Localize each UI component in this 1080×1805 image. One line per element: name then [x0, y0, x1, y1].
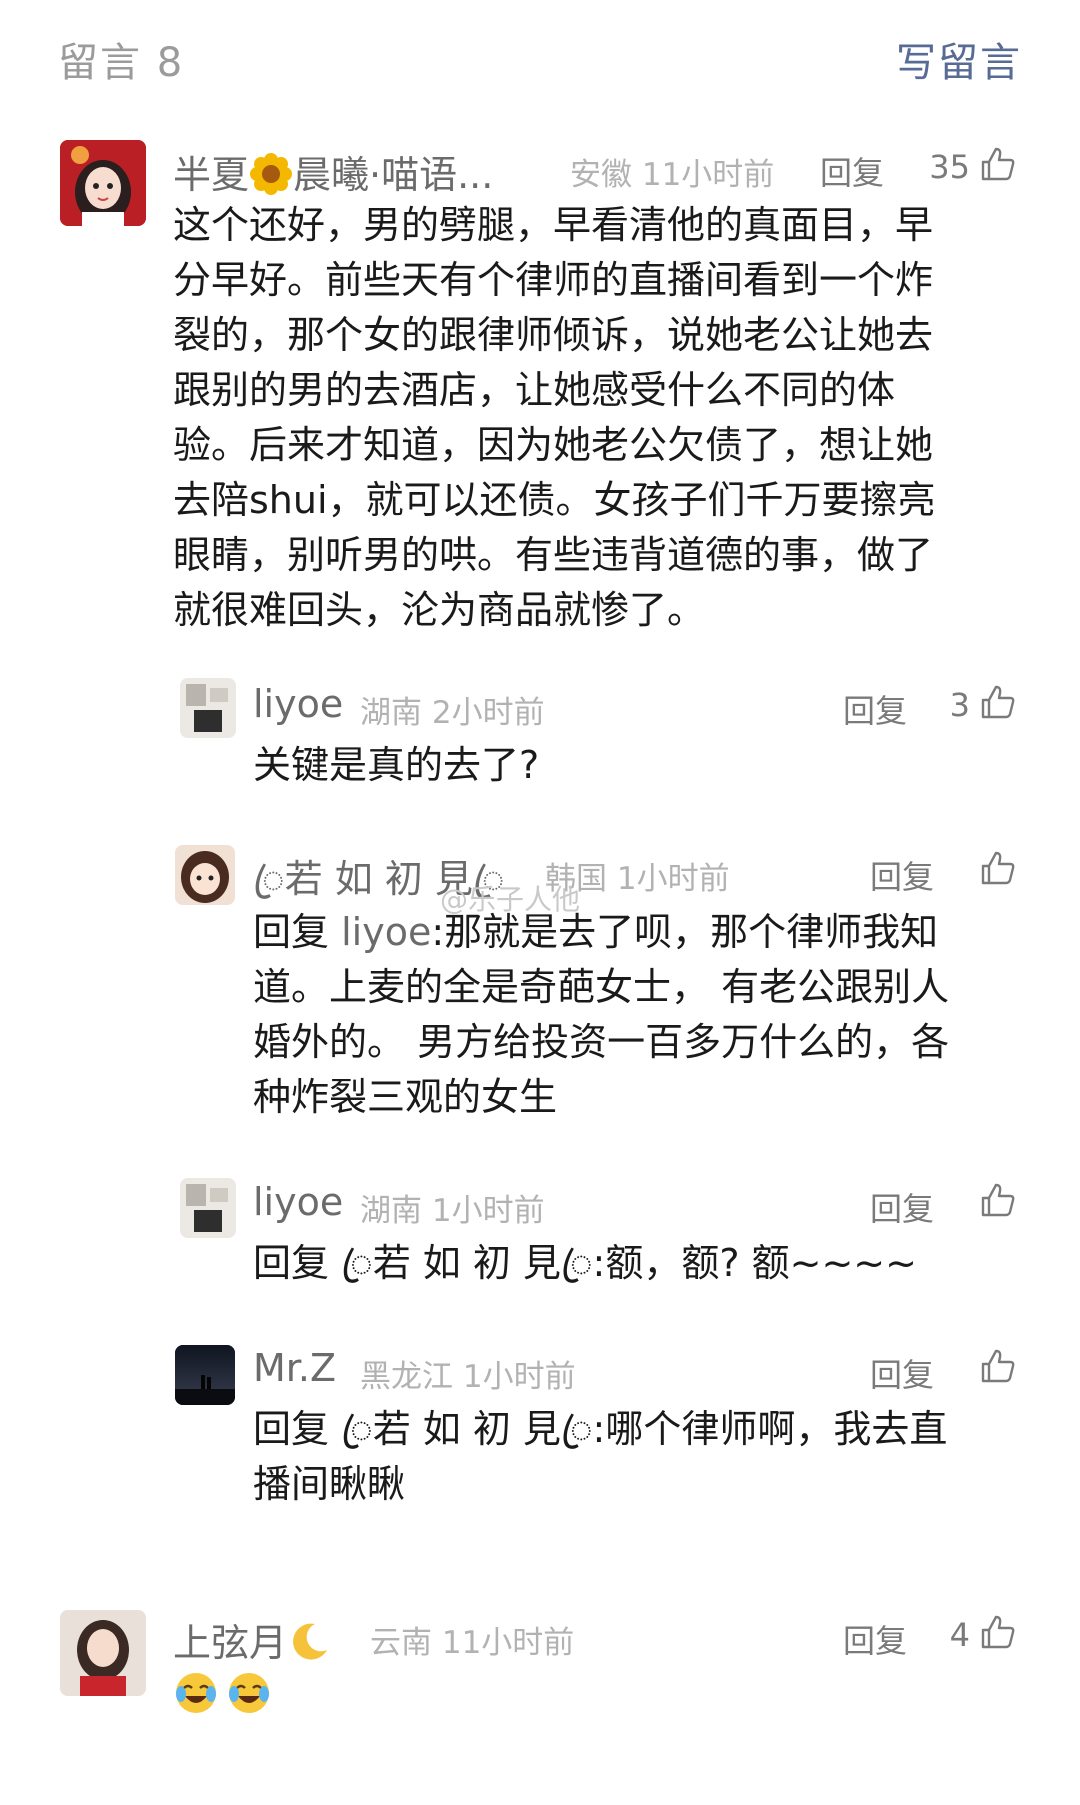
reply-button[interactable]: 回复	[870, 1350, 934, 1396]
avatar[interactable]	[180, 678, 236, 738]
mention-link[interactable]: liyoe	[341, 910, 431, 954]
watermark: @乐子人他	[440, 883, 581, 916]
like-count: 3	[949, 686, 970, 724]
commenter-name[interactable]: 上弦月	[173, 1612, 331, 1667]
tears-of-joy-icon	[176, 1673, 216, 1713]
avatar[interactable]	[180, 1178, 236, 1238]
comment-meta: 湖南 2小时前	[360, 695, 545, 731]
comment-body: 回复 ꦿ若 如 初 見ꦿ:哪个律师啊，我去直 播间瞅瞅	[253, 1407, 948, 1506]
like-count: 35	[929, 148, 970, 186]
reply-button[interactable]: 回复	[843, 686, 907, 732]
thumbs-up-icon[interactable]	[980, 1182, 1016, 1218]
commenter-name[interactable]: liyoe	[253, 1180, 343, 1224]
commenter-name[interactable]: 半夏 晨曦·喵语...	[173, 144, 493, 199]
reply-button[interactable]: 回复	[843, 1616, 907, 1662]
crescent-moon-icon	[293, 1623, 328, 1660]
sunflower-icon	[250, 153, 293, 195]
comments-count-title: 留言 8	[58, 40, 185, 86]
thumbs-up-icon[interactable]	[980, 1348, 1016, 1384]
avatar[interactable]	[60, 1610, 146, 1696]
comment-meta: 安徽 11小时前	[570, 157, 775, 193]
reply-button[interactable]: 回复	[870, 1184, 934, 1230]
thumbs-up-icon[interactable]	[980, 850, 1016, 886]
thumbs-up-icon[interactable]	[980, 1614, 1016, 1650]
comment-meta: 云南 11小时前	[370, 1625, 575, 1661]
write-comment-button[interactable]: 写留言	[896, 30, 1022, 88]
thumbs-up-icon[interactable]	[980, 146, 1016, 182]
thumbs-up-icon[interactable]	[980, 684, 1016, 720]
comment-meta: 湖南 1小时前	[360, 1193, 545, 1229]
commenter-name[interactable]: liyoe	[253, 682, 343, 726]
avatar[interactable]	[175, 1345, 235, 1405]
avatar[interactable]	[60, 140, 146, 226]
comment-body: 关键是真的去了?	[253, 743, 540, 787]
comment-body	[173, 1670, 274, 1720]
commenter-name[interactable]: Mr.Z	[253, 1346, 336, 1390]
comment-body: 回复 liyoe:那就是去了呗，那个律师我知 道。上麦的全是奇葩女士， 有老公跟…	[253, 910, 950, 1119]
tears-of-joy-icon	[229, 1673, 270, 1713]
comment-meta: 黑龙江 1小时前	[360, 1359, 576, 1395]
avatar[interactable]	[175, 845, 235, 905]
comment-body: 回复 ꦿ若 如 初 見ꦿ:额，额? 额~~~~	[253, 1241, 917, 1285]
reply-button[interactable]: 回复	[870, 852, 934, 898]
reply-button[interactable]: 回复	[820, 148, 884, 194]
like-count: 4	[949, 1616, 970, 1654]
comment-body: 这个还好，男的劈腿，早看清他的真面目，早 分早好。前些天有个律师的直播间看到一个…	[173, 203, 936, 632]
